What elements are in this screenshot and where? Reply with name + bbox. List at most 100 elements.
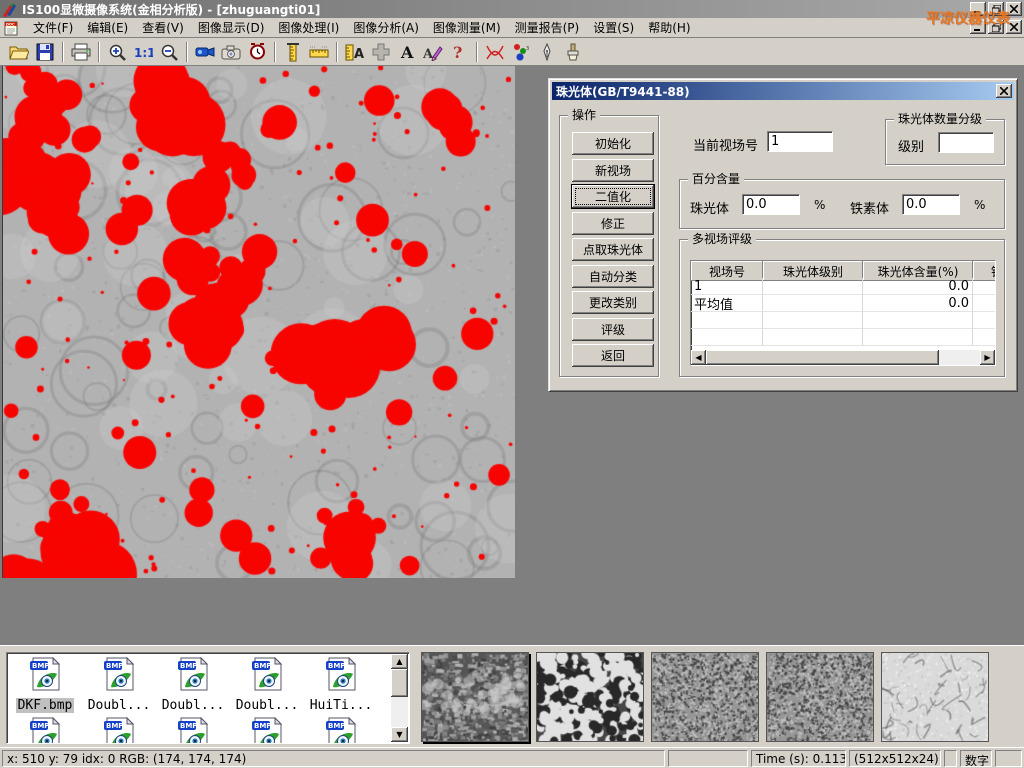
menu-item-3[interactable]: 查看(V)	[135, 19, 191, 37]
file-name[interactable]: DKF.bmp	[16, 698, 75, 713]
actual-size-icon[interactable]: 1:1	[130, 40, 156, 64]
op-button-7[interactable]: 更改类别	[572, 291, 654, 314]
scroll-thumb[interactable]	[391, 669, 408, 697]
table-cell	[691, 329, 763, 346]
op-button-8[interactable]: 评级	[572, 318, 654, 341]
toolbar-separator	[98, 42, 100, 62]
menu-item-10[interactable]: 帮助(H)	[641, 19, 697, 37]
metallograph-image[interactable]	[2, 66, 515, 578]
file-item[interactable]: BMP	[157, 717, 229, 744]
measure-text-icon[interactable]: A	[342, 40, 368, 64]
table-row[interactable]	[691, 329, 995, 346]
print-icon[interactable]	[68, 40, 94, 64]
table-row[interactable]	[691, 312, 995, 329]
thumbnail-3[interactable]	[651, 652, 759, 742]
scroll-thumb[interactable]	[706, 350, 939, 365]
menu-item-2[interactable]: 编辑(E)	[80, 19, 135, 37]
grade-group-label: 珠光体数量分级	[894, 112, 986, 126]
file-list: BMPDKF.bmpBMPDoubl...BMPDoubl...BMPDoubl…	[6, 652, 410, 744]
current-field-input[interactable]	[767, 131, 833, 152]
camera-icon[interactable]	[218, 40, 244, 64]
clock-icon[interactable]	[244, 40, 270, 64]
brush-icon[interactable]	[560, 40, 586, 64]
grade-input[interactable]	[938, 132, 994, 153]
op-button-2[interactable]: 新视场	[572, 159, 654, 182]
table-cell: 1	[691, 278, 763, 295]
op-button-3[interactable]: 二值化	[572, 185, 654, 208]
pen-icon[interactable]	[534, 40, 560, 64]
svg-text:BMP: BMP	[254, 662, 271, 670]
op-button-9[interactable]: 返回	[572, 344, 654, 367]
table-row[interactable]: 10.0	[691, 278, 995, 295]
dialog-title-bar[interactable]: 珠光体(GB/T9441-88)	[552, 82, 1014, 100]
scroll-down-icon[interactable]: ▼	[391, 727, 408, 742]
status-empty-1	[668, 750, 748, 767]
zoom-out-icon[interactable]	[156, 40, 182, 64]
file-item[interactable]: BMP	[83, 717, 155, 744]
save-icon[interactable]	[32, 40, 58, 64]
multifield-group: 多视场评级 视场号珠光体级别珠光体含量(%)铁素10.0平均值0.0◀▶	[679, 239, 1005, 377]
open-folder-icon[interactable]	[6, 40, 32, 64]
file-item[interactable]: BMP Doubl...	[231, 657, 303, 713]
pearlite-percent-input[interactable]	[742, 194, 800, 215]
table-hscrollbar[interactable]: ◀▶	[691, 350, 995, 365]
file-name[interactable]: Doubl...	[86, 698, 153, 713]
workspace: 珠光体(GB/T9441-88) 操作 初始化新视场二值化修正点取珠光体自动分类…	[0, 66, 1024, 645]
zoom-in-icon[interactable]	[104, 40, 130, 64]
file-item[interactable]: BMPDoubl...	[157, 657, 229, 713]
cursor-status: x: 510 y: 79 idx: 0 RGB: (174, 174, 174)	[2, 750, 665, 767]
toolbar-separator	[186, 42, 188, 62]
bmp-file-icon: BMP	[250, 657, 284, 691]
svg-text:DOC: DOC	[6, 22, 15, 26]
text-icon[interactable]: A	[394, 40, 420, 64]
table-cell	[973, 329, 996, 346]
menu-item-4[interactable]: 图像显示(D)	[191, 19, 272, 37]
bmp-file-icon: BMP	[324, 657, 358, 691]
file-item[interactable]: BMP	[231, 717, 303, 744]
particles-icon[interactable]: 3	[508, 40, 534, 64]
caliper-icon[interactable]	[280, 40, 306, 64]
op-button-6[interactable]: 自动分类	[572, 265, 654, 288]
table-cell	[763, 312, 863, 329]
scroll-right-icon[interactable]: ▶	[980, 350, 995, 365]
thumbnail-1[interactable]	[421, 652, 529, 742]
menu-item-1[interactable]: 文件(F)	[26, 19, 80, 37]
ferrite-percent-input[interactable]	[902, 194, 960, 215]
annotate-icon[interactable]: A	[420, 40, 446, 64]
ruler-icon[interactable]	[306, 40, 332, 64]
multifield-group-label: 多视场评级	[688, 232, 756, 246]
table-cell: 0.0	[863, 278, 973, 295]
file-item[interactable]: BMP HuiTi...	[305, 657, 377, 713]
op-button-5[interactable]: 点取珠光体	[572, 238, 654, 261]
dialog-close-icon[interactable]	[996, 84, 1012, 98]
menu-item-9[interactable]: 设置(S)	[586, 19, 641, 37]
file-item[interactable]: BMP	[9, 717, 81, 744]
op-button-1[interactable]: 初始化	[572, 132, 654, 155]
thumbnail-5[interactable]	[881, 652, 989, 742]
file-item[interactable]: BMP	[305, 717, 377, 744]
file-name[interactable]: Doubl...	[160, 698, 227, 713]
table-row[interactable]: 平均值0.0	[691, 295, 995, 312]
table-cell	[863, 329, 973, 346]
scroll-left-icon[interactable]: ◀	[691, 350, 706, 365]
multifield-table[interactable]: 视场号珠光体级别珠光体含量(%)铁素10.0平均值0.0◀▶	[690, 260, 996, 366]
curve-icon[interactable]	[482, 40, 508, 64]
toolbar-separator	[274, 42, 276, 62]
help-icon[interactable]: ?	[446, 40, 472, 64]
scroll-up-icon[interactable]: ▲	[391, 654, 408, 669]
menu-item-7[interactable]: 图像测量(M)	[426, 19, 508, 37]
thumbnail-2[interactable]	[536, 652, 644, 742]
grid-icon[interactable]	[368, 40, 394, 64]
op-button-4[interactable]: 修正	[572, 212, 654, 235]
menu-item-6[interactable]: 图像分析(A)	[346, 19, 426, 37]
video-camera-icon[interactable]	[192, 40, 218, 64]
file-name[interactable]: HuiTi...	[308, 698, 375, 713]
file-vscrollbar[interactable]: ▲▼	[391, 654, 408, 742]
file-name[interactable]: Doubl...	[234, 698, 301, 713]
file-item[interactable]: BMPDoubl...	[83, 657, 155, 713]
file-item[interactable]: BMP DKF.bmp	[9, 657, 81, 713]
menu-item-5[interactable]: 图像处理(I)	[271, 19, 346, 37]
svg-text:BMP: BMP	[32, 662, 49, 670]
menu-item-8[interactable]: 测量报告(P)	[508, 19, 587, 37]
thumbnail-4[interactable]	[766, 652, 874, 742]
